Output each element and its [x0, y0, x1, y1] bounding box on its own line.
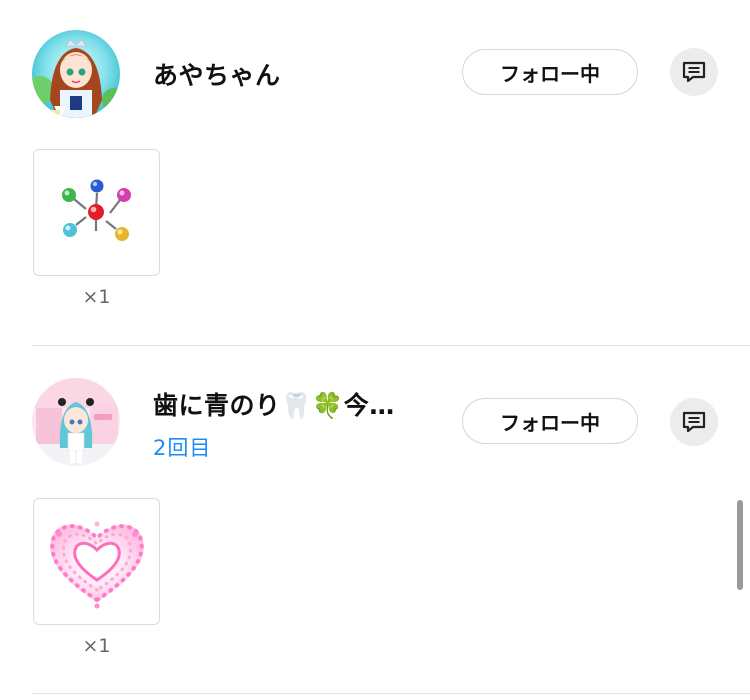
list-item: 歯に青のり🦷🍀今… 2回目 フォロー中 ×1: [0, 346, 750, 695]
divider: [32, 693, 750, 694]
gift-quantity: ×1: [82, 635, 111, 657]
anime-girl-avatar-icon: [32, 30, 120, 118]
pink-heart-gift-icon: [49, 521, 144, 608]
chat-bubble-icon: [682, 411, 706, 433]
lollipops-gift-icon: [61, 179, 131, 241]
username[interactable]: あやちゃん: [153, 56, 281, 92]
message-button[interactable]: [670, 398, 718, 446]
gift-sender-list: あやちゃん フォロー中 ×1 歯に青のり🦷🍀今… 2回目 フォロー中 ×1: [0, 0, 750, 700]
visit-count: 2回目: [153, 436, 212, 460]
username[interactable]: 歯に青のり🦷🍀今…: [153, 386, 395, 422]
following-button[interactable]: フォロー中: [462, 49, 638, 95]
avatar[interactable]: [32, 30, 120, 118]
following-button[interactable]: フォロー中: [462, 398, 638, 444]
avatar[interactable]: [32, 378, 120, 466]
gift-card: [33, 498, 160, 625]
scrollbar[interactable]: [737, 500, 743, 590]
gift-quantity: ×1: [82, 286, 111, 308]
chat-bubble-icon: [682, 61, 706, 83]
list-item: あやちゃん フォロー中 ×1: [0, 0, 750, 346]
anime-girl-teal-hair-avatar-icon: [32, 378, 120, 466]
gift-card: [33, 149, 160, 276]
message-button[interactable]: [670, 48, 718, 96]
